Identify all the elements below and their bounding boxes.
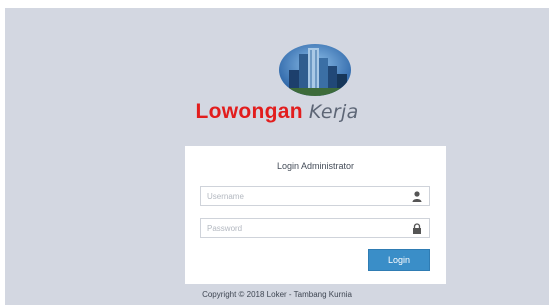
brand-title: Lowongan Kerja [5,100,549,124]
username-input[interactable] [207,190,402,203]
login-title: Login Administrator [276,161,355,171]
brand-name-strong: Lowongan [195,100,303,123]
footer-copyright: Copyright © 2018 Loker - Tambang Kurnia [202,290,352,299]
lock-icon [413,223,421,234]
password-field[interactable] [200,218,430,238]
login-card: Login Administrator Login [185,146,446,284]
user-icon [412,191,422,202]
username-field[interactable] [200,186,430,206]
password-input[interactable] [207,222,402,235]
city-buildings-logo [279,44,351,96]
page-background: LowonganKerja Login Administrator Login … [5,8,549,305]
login-button[interactable]: Login [368,249,430,271]
brand-name-light: Kerja [308,101,359,123]
